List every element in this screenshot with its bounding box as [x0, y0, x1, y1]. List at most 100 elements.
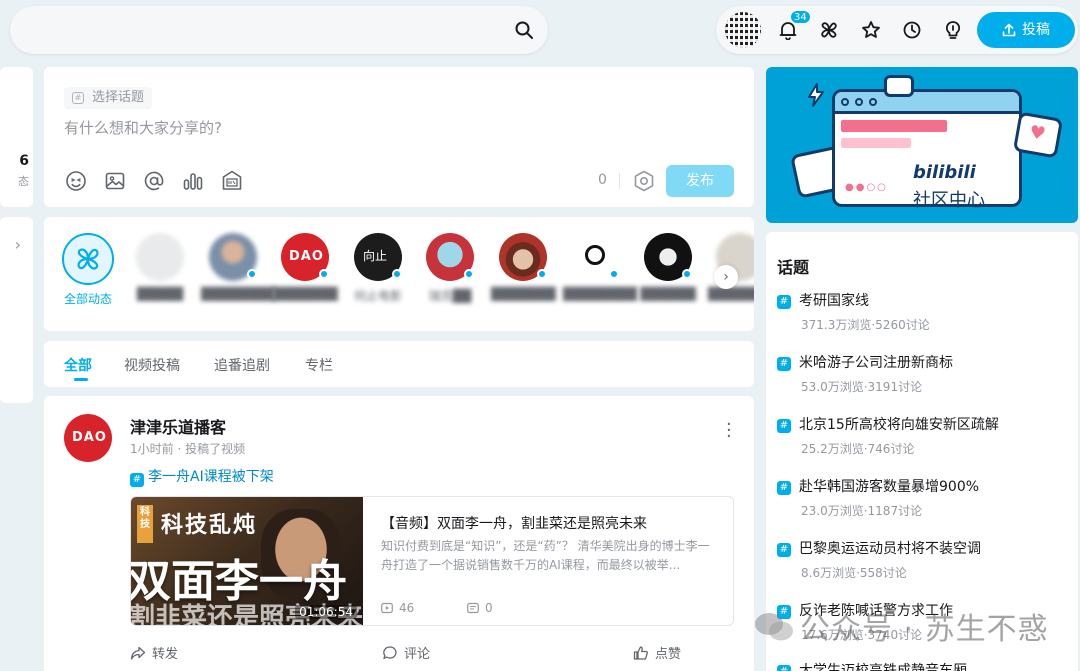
video-thumbnail[interactable]: 科技 科技乱炖 双面李一舟 割韭菜还是照亮未来 01:06:54	[131, 497, 363, 625]
up-name: ██████	[640, 287, 696, 301]
profile-stat-label[interactable]: 态	[18, 173, 29, 189]
topic-item[interactable]: # 考研国家线 371.3万浏览·5260讨论	[777, 290, 930, 333]
up-name-all: 全部动态	[63, 292, 112, 306]
author-name[interactable]: 津津乐道播客	[130, 414, 226, 438]
danmaku-count-icon	[467, 602, 479, 614]
post-topic-link[interactable]: # 李一舟AI课程被下架	[130, 466, 274, 487]
active-tab-indicator	[74, 378, 88, 381]
user-avatar[interactable]	[725, 12, 761, 48]
up-avatar	[644, 233, 692, 281]
post-composer: # 选择话题 有什么想和大家分享的? 0 发布	[44, 67, 754, 207]
up-name: 瑞克██	[428, 289, 472, 303]
top-nav: 34 投稿	[716, 6, 1078, 54]
upload-label: 投稿	[1022, 22, 1050, 38]
search-input[interactable]	[30, 18, 510, 42]
topic-item[interactable]: # 米哈游子公司注册新商标 53.0万浏览·3191讨论	[777, 352, 953, 395]
up-item[interactable]: █████	[128, 233, 192, 301]
scroll-right-button[interactable]: ›	[714, 265, 738, 289]
select-topic-button[interactable]: # 选择话题	[64, 87, 153, 109]
chat-bubble-decoration	[884, 75, 914, 97]
dynamic-fan-icon[interactable]	[819, 20, 839, 40]
up-name: █████	[136, 287, 184, 301]
chevron-right-icon[interactable]: ›	[15, 235, 21, 254]
up-item[interactable]: ██████	[636, 233, 700, 301]
play-count-icon	[381, 602, 393, 614]
history-clock-icon[interactable]	[902, 20, 922, 40]
search-bar[interactable]	[10, 6, 548, 54]
topic-item[interactable]: # 大学生迈校高铁成静音车厢	[777, 660, 967, 671]
up-item[interactable]: DAO ███████	[273, 233, 338, 301]
more-options-icon[interactable]: · · ·	[726, 416, 734, 446]
topic-name[interactable]: 考研国家线	[799, 293, 869, 309]
poll-icon[interactable]	[181, 169, 205, 193]
heart-icon: ♥	[1027, 121, 1048, 146]
lightning-icon	[808, 83, 824, 107]
tab-article[interactable]: 专栏	[305, 355, 333, 375]
up-avatar	[499, 233, 547, 281]
up-item-all[interactable]: 全部动态	[56, 233, 120, 307]
watermark-text: 公众号 · 苏生不惑	[800, 612, 1049, 647]
upload-button[interactable]: 投稿	[977, 12, 1075, 48]
like-button[interactable]: 点赞	[633, 643, 681, 662]
topic-item[interactable]: # 巴黎奥运运动员村将不装空调 8.6万浏览·558讨论	[777, 538, 981, 581]
up-avatar	[136, 233, 184, 281]
settings-hexagon-icon[interactable]	[632, 169, 656, 193]
emoji-icon[interactable]	[64, 169, 88, 193]
forward-icon	[130, 646, 146, 660]
author-avatar[interactable]: DAO	[64, 414, 112, 462]
hashtag-icon: #	[777, 295, 791, 309]
dynamic-fan-icon	[77, 248, 99, 270]
star-icon[interactable]	[861, 20, 881, 40]
up-item[interactable]: 向止 何止电影	[346, 233, 410, 304]
search-icon[interactable]	[514, 20, 534, 40]
up-item[interactable]: 瑞克██	[418, 233, 482, 304]
video-duration: 01:06:54	[295, 605, 357, 619]
danmaku-count: 0	[485, 601, 493, 615]
live-dot	[319, 269, 329, 279]
left-sidebar-card: ›	[0, 217, 33, 403]
up-name: 何止电影	[353, 289, 402, 303]
topic-name[interactable]: 巴黎奥运运动员村将不装空调	[799, 541, 981, 557]
upload-icon	[1002, 23, 1016, 37]
comment-label: 评论	[404, 647, 431, 662]
forward-button[interactable]: 转发	[130, 643, 178, 662]
topic-item[interactable]: # 赴华韩国游客数量暴增900% 23.0万浏览·1187讨论	[777, 476, 979, 519]
live-dot	[464, 269, 474, 279]
topic-name[interactable]: 大学生迈校高铁成静音车厢	[799, 663, 967, 671]
topic-name[interactable]: 米哈游子公司注册新商标	[799, 355, 953, 371]
topic-name[interactable]: 北京15所高校将向雄安新区疏解	[799, 417, 999, 433]
post-time: 1小时前	[130, 442, 174, 456]
thumbs-up-icon	[633, 646, 648, 660]
hashtag-icon: #	[777, 419, 791, 433]
up-item[interactable]: ████████	[563, 233, 637, 301]
up-item[interactable]: ███████	[491, 233, 556, 301]
video-card[interactable]: 科技 科技乱炖 双面李一舟 割韭菜还是照亮未来 01:06:54 【音频】双面李…	[130, 496, 734, 626]
video-description: 知识付费到底是“知识”，还是“药”？ 清华美院出身的博士李一舟打造了一个据说销售…	[381, 539, 710, 572]
topics-title: 话题	[777, 258, 810, 277]
lightbulb-icon[interactable]	[943, 20, 963, 40]
topic-item[interactable]: # 北京15所高校将向雄安新区疏解 25.2万浏览·746讨论	[777, 414, 999, 457]
up-avatar: DAO	[281, 233, 329, 281]
tab-video[interactable]: 视频投稿	[124, 355, 180, 375]
tab-all[interactable]: 全部	[64, 355, 92, 375]
topic-stats: 25.2万浏览·746讨论	[801, 442, 915, 456]
composer-input[interactable]: 有什么想和大家分享的?	[64, 117, 222, 138]
community-center-banner[interactable]: ●●○○ bilibili 社区中心 ♥	[766, 67, 1078, 223]
video-title[interactable]: 【音频】双面李一舟，割韭菜还是照亮未来	[381, 513, 647, 533]
hashtag-icon: #	[130, 473, 144, 487]
comment-button[interactable]: 评论	[382, 643, 430, 662]
feed-post: DAO 津津乐道播客 1小时前 · 投稿了视频 · · · # 李一舟AI课程被下架 …	[44, 396, 754, 671]
following-up-list: 全部动态 █████ ████████ DAO ███████ 向止 何止电影 …	[44, 217, 754, 331]
play-count: 46	[399, 601, 415, 615]
tab-bangumi[interactable]: 追番追剧	[214, 355, 270, 375]
live-dot	[537, 269, 547, 279]
publish-button[interactable]: 发布	[666, 165, 734, 197]
topic-stats: 53.0万浏览·3191讨论	[801, 380, 923, 394]
image-icon[interactable]	[103, 169, 127, 193]
live-reservation-icon[interactable]	[220, 169, 244, 193]
live-dot	[609, 269, 619, 279]
topic-stats: 8.6万浏览·558讨论	[801, 566, 907, 580]
up-item[interactable]: ████████	[201, 233, 275, 301]
at-icon[interactable]	[142, 169, 166, 193]
topic-name[interactable]: 赴华韩国游客数量暴增900%	[799, 479, 979, 495]
